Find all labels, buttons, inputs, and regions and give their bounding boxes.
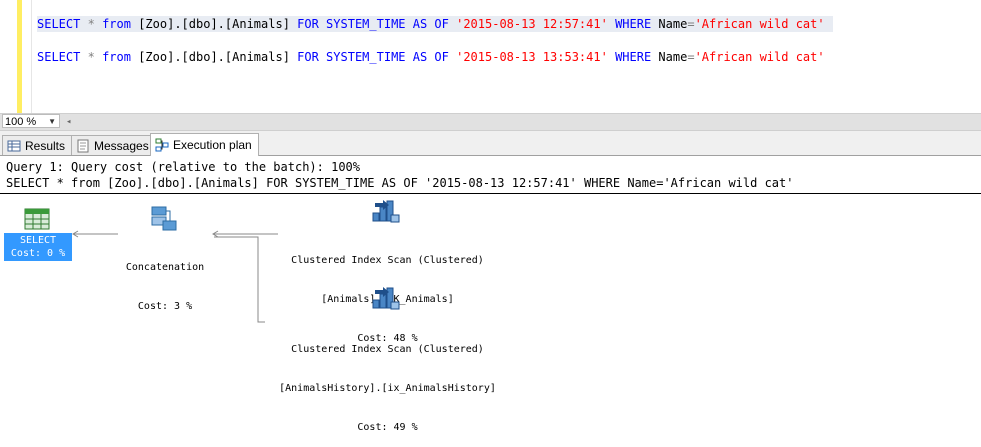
plan-node-scan-animals-label: Clustered Index Scan (Clustered) xyxy=(291,255,484,266)
index-scan-icon[interactable] xyxy=(371,286,401,312)
plan-node-select-cost: Cost: 0 % xyxy=(10,248,66,259)
plan-node-select-label: SELECT xyxy=(19,235,57,246)
plan-node-concatenation-label: Concatenation xyxy=(125,262,205,273)
index-scan-icon[interactable] xyxy=(371,199,401,225)
plan-node-scan-animals-history-cost: Cost: 49 % xyxy=(357,422,418,433)
plan-node-scan-animals-history-label: Clustered Index Scan (Clustered) xyxy=(291,344,484,355)
plan-node-scan-animals-history[interactable]: Clustered Index Scan (Clustered) [Animal… xyxy=(250,317,525,447)
concatenation-icon[interactable] xyxy=(150,206,178,232)
select-table-icon[interactable] xyxy=(24,208,50,230)
plan-node-scan-animals-history-object: [AnimalsHistory].[ix_AnimalsHistory] xyxy=(279,383,496,394)
plan-node-concatenation-cost: Cost: 3 % xyxy=(137,301,193,312)
plan-node-concatenation[interactable]: Concatenation Cost: 3 % xyxy=(110,235,220,326)
plan-node-select[interactable]: SELECT Cost: 0 % xyxy=(4,233,72,261)
